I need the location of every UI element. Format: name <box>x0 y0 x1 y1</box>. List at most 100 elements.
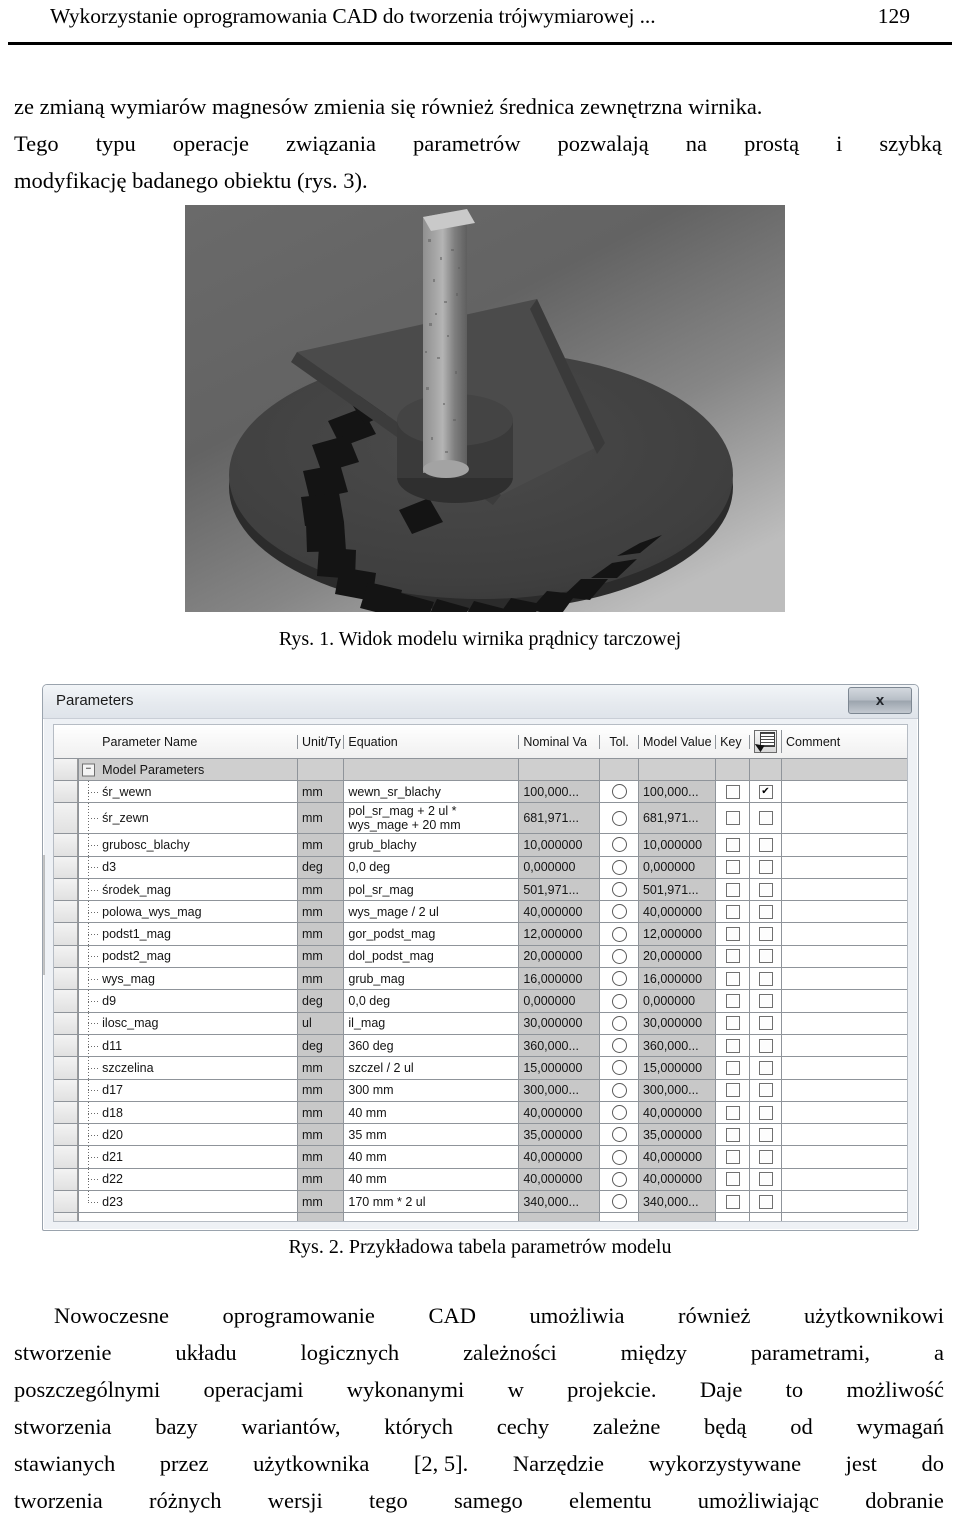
cell-unit-type[interactable]: mm <box>298 803 345 834</box>
cell-model-value[interactable]: 15,000000 <box>638 1057 717 1079</box>
table-row[interactable]: grubosc_blachy mm grub_blachy 10,000000 10,0… <box>54 834 907 857</box>
cell-nominal-value[interactable]: 30,000000 <box>519 1012 601 1034</box>
table-row[interactable]: d17 mm 300 mm 300,000... 300,000... <box>54 1079 907 1102</box>
cell-equation[interactable]: grub_mag <box>344 968 520 990</box>
cell-key-checkbox[interactable] <box>716 968 750 990</box>
cell-export-checkbox[interactable] <box>750 1079 783 1101</box>
table-row[interactable]: śr_zewn mm pol_sr_mag + 2 ul * wys_mage + … <box>54 803 907 835</box>
cell-parameter-name[interactable]: d22 <box>98 1168 298 1191</box>
cell-nominal-value[interactable]: 15,000000 <box>519 1057 601 1079</box>
cell-export-checkbox[interactable] <box>750 1124 783 1146</box>
column-header-export-icon[interactable] <box>750 730 783 753</box>
cell-comment[interactable] <box>782 1080 907 1101</box>
table-row[interactable]: d21 mm 40 mm 40,000000 40,000000 <box>54 1146 907 1169</box>
cell-nominal-value[interactable]: 16,000000 <box>519 968 601 990</box>
cell-export-checkbox[interactable] <box>750 945 783 968</box>
cell-unit-type[interactable]: mm <box>298 1101 345 1124</box>
cell-unit-type[interactable]: ul <box>298 1012 345 1034</box>
export-checkbox[interactable] <box>758 904 773 919</box>
cell-unit-type[interactable]: mm <box>298 1057 345 1079</box>
cell-parameter-name[interactable]: polowa_wys_mag <box>98 901 298 923</box>
row-gutter[interactable] <box>54 1191 79 1213</box>
row-gutter[interactable] <box>54 1101 79 1124</box>
cell-unit-type[interactable]: mm <box>298 968 345 990</box>
cell-unit-type[interactable]: mm <box>298 1191 345 1213</box>
cell-model-value[interactable]: 100,000... <box>638 781 717 803</box>
cell-equation[interactable]: dol_podst_mag <box>344 945 520 968</box>
cell-equation[interactable]: 40 mm <box>344 1101 520 1124</box>
cell-key-checkbox[interactable] <box>716 1057 750 1079</box>
cell-key-checkbox[interactable] <box>716 1012 750 1034</box>
key-checkbox[interactable] <box>725 1060 740 1075</box>
column-header-tolerance[interactable]: Tol. <box>600 734 639 749</box>
row-gutter[interactable] <box>54 1034 79 1057</box>
column-header-model-value[interactable]: Model Value <box>639 734 717 749</box>
row-gutter[interactable] <box>54 945 79 968</box>
cell-nominal-value[interactable]: 0,000000 <box>519 856 601 878</box>
key-checkbox[interactable] <box>725 1172 740 1187</box>
cell-model-value[interactable]: 501,971... <box>638 878 717 901</box>
cell-comment[interactable] <box>782 1169 907 1190</box>
cell-parameter-name[interactable]: d3 <box>98 856 298 878</box>
export-checkbox[interactable] <box>758 971 773 986</box>
row-gutter[interactable] <box>54 1124 79 1146</box>
row-gutter[interactable] <box>54 878 79 901</box>
cell-nominal-value[interactable]: 35,000000 <box>519 1124 601 1146</box>
cell-comment[interactable] <box>782 834 907 855</box>
cell-comment[interactable] <box>782 923 907 944</box>
row-gutter[interactable] <box>54 1012 79 1034</box>
cell-key-checkbox[interactable] <box>716 923 750 945</box>
key-checkbox[interactable] <box>725 1105 740 1120</box>
cell-unit-type[interactable]: mm <box>298 901 345 923</box>
cell-key-checkbox[interactable] <box>716 834 750 856</box>
row-gutter[interactable] <box>54 901 79 923</box>
cell-unit-type[interactable]: mm <box>298 923 345 945</box>
cell-model-value[interactable]: 10,000000 <box>638 834 717 856</box>
cell-equation[interactable]: 0,0 deg <box>344 990 520 1012</box>
cell-model-value[interactable]: 12,000000 <box>638 923 717 945</box>
export-checkbox[interactable] <box>758 860 773 875</box>
row-gutter[interactable] <box>54 923 79 945</box>
cell-key-checkbox[interactable] <box>716 781 750 803</box>
key-checkbox[interactable] <box>725 1038 740 1053</box>
cell-comment[interactable] <box>782 1057 907 1078</box>
cell-tolerance[interactable] <box>600 878 639 901</box>
cell-key-checkbox[interactable] <box>716 1034 750 1057</box>
cell-model-value[interactable]: 20,000000 <box>638 945 717 968</box>
key-checkbox[interactable] <box>725 882 740 897</box>
parameters-grid-container[interactable]: Parameter Name Unit/Ty Equation Nominal … <box>53 724 908 1222</box>
cell-comment[interactable] <box>782 1124 907 1145</box>
column-header-comment[interactable]: Comment <box>782 735 907 749</box>
cell-unit-type[interactable]: mm <box>298 945 345 968</box>
key-checkbox[interactable] <box>725 1150 740 1165</box>
export-checkbox[interactable] <box>758 811 773 826</box>
cell-equation[interactable]: pol_sr_mag <box>344 878 520 901</box>
cell-nominal-value[interactable]: 100,000... <box>519 781 601 803</box>
export-checkbox[interactable] <box>758 1150 773 1165</box>
cell-unit-type[interactable]: mm <box>298 1124 345 1146</box>
table-row[interactable]: podst1_mag mm gor_podst_mag 12,000000 12,000… <box>54 923 907 946</box>
cell-export-checkbox[interactable] <box>750 923 783 945</box>
row-gutter[interactable] <box>54 990 79 1012</box>
cell-tolerance[interactable] <box>600 803 639 834</box>
key-checkbox[interactable] <box>725 949 740 964</box>
cell-model-value[interactable]: 40,000000 <box>638 1168 717 1191</box>
cell-model-value[interactable]: 40,000000 <box>638 1101 717 1124</box>
cell-model-value[interactable]: 0,000000 <box>638 990 717 1012</box>
grid-group-row-model-parameters[interactable]: − Model Parameters <box>54 759 907 781</box>
column-header-unit-type[interactable]: Unit/Ty <box>298 734 345 749</box>
cell-export-checkbox[interactable] <box>750 834 783 856</box>
cell-equation[interactable]: 0,0 deg <box>344 856 520 878</box>
cell-comment[interactable] <box>782 901 907 922</box>
row-gutter[interactable] <box>54 1079 79 1101</box>
cell-unit-type[interactable]: mm <box>298 781 345 803</box>
cell-key-checkbox[interactable] <box>716 803 750 834</box>
window-left-scroll-nub[interactable] <box>43 855 45 975</box>
row-gutter[interactable] <box>54 834 79 856</box>
cell-parameter-name[interactable]: d18 <box>98 1101 298 1124</box>
row-gutter[interactable] <box>54 1168 79 1191</box>
cell-tolerance[interactable] <box>600 834 639 856</box>
table-row[interactable]: podst2_mag mm dol_podst_mag 20,000000 20,000… <box>54 945 907 969</box>
cell-comment[interactable] <box>782 879 907 900</box>
cell-parameter-name[interactable]: wys_mag <box>98 968 298 990</box>
